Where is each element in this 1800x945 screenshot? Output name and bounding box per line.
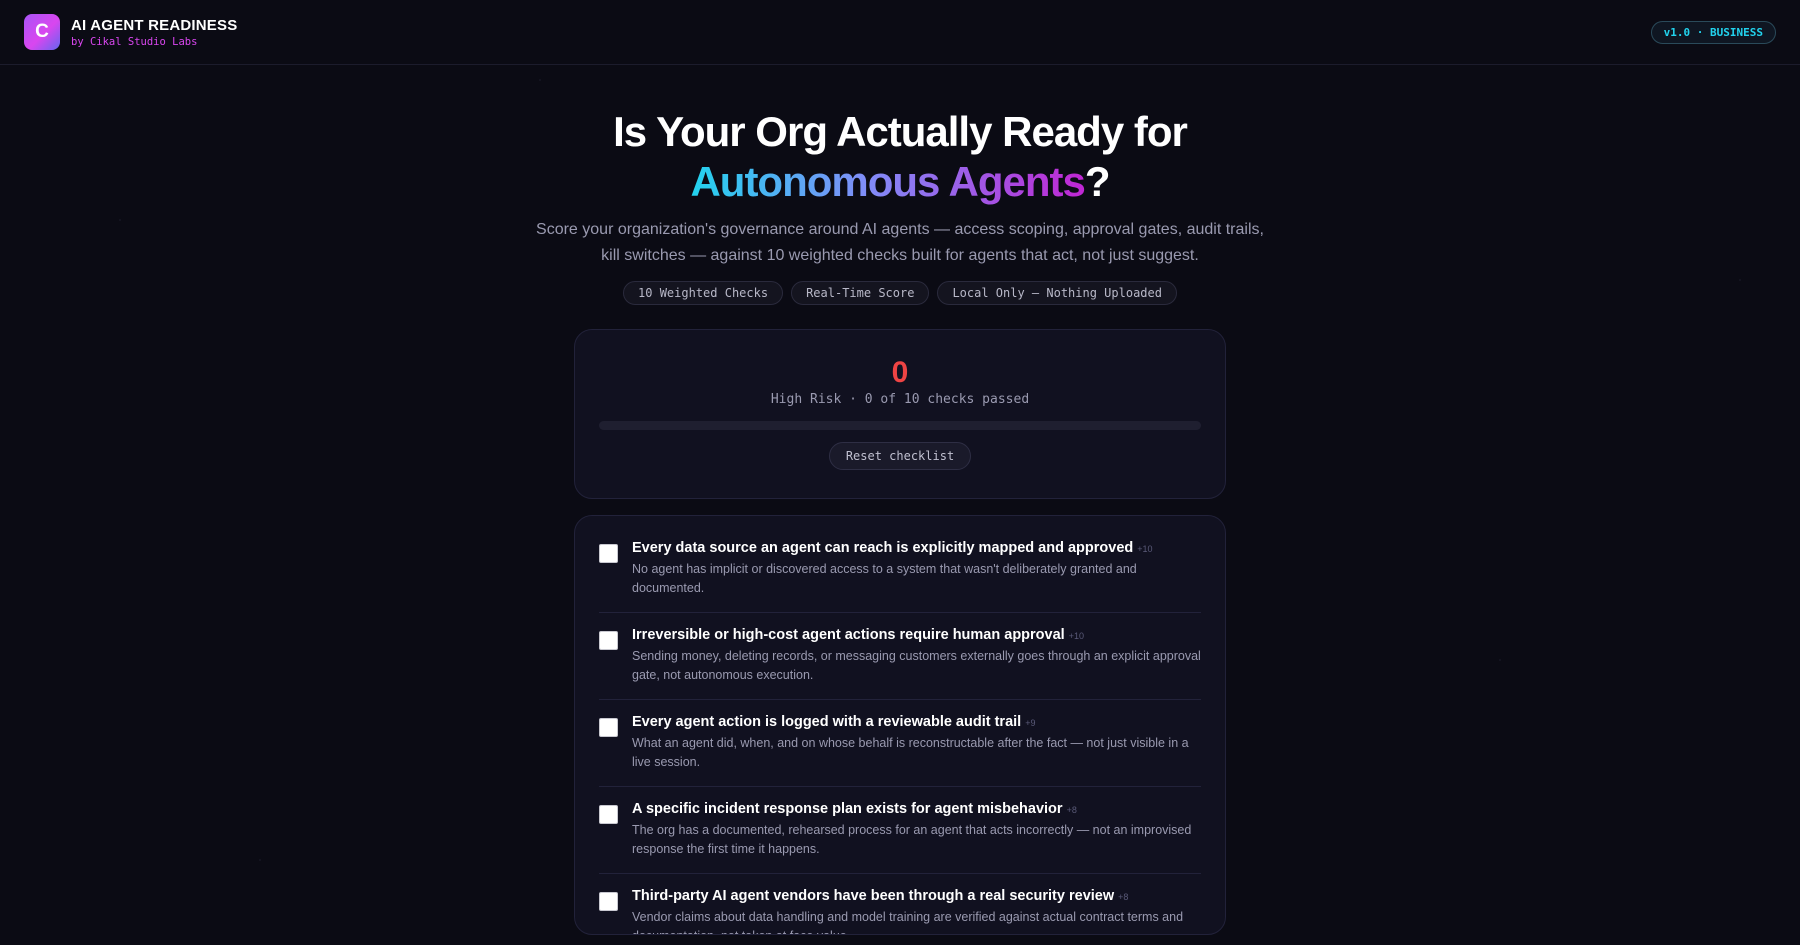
score-card: 0 High Risk · 0 of 10 checks passed Rese… [574,329,1226,499]
app-logo: C [24,14,60,50]
checklist-item-title: Every agent action is logged with a revi… [632,712,1201,733]
check-title: Irreversible or high-cost agent actions … [632,627,1065,643]
title-suffix: ? [1084,158,1111,205]
title-highlight: Autonomous Agents [690,158,1085,205]
check-description: Sending money, deleting records, or mess… [632,649,1201,682]
check-description: No agent has implicit or discovered acce… [632,562,1137,595]
checklist-item-title: Every data source an agent can reach is … [632,538,1201,559]
checkbox[interactable] [599,892,618,911]
check-title: Third-party AI agent vendors have been t… [632,888,1115,904]
feature-chip: 10 Weighted Checks [623,281,784,305]
check-weight: +9 [1025,718,1036,728]
check-title: A specific incident response plan exists… [632,801,1063,817]
page-title: Is Your Org Actually Ready for Autonomou… [0,107,1800,207]
checklist-item-body: Every agent action is logged with a revi… [632,712,1201,772]
checklist-item[interactable]: A specific incident response plan exists… [599,787,1201,874]
check-description: What an agent did, when, and on whose be… [632,736,1189,769]
check-weight: +10 [1137,544,1153,554]
title-line1: Is Your Org Actually Ready for [613,108,1188,155]
checklist-item[interactable]: Every agent action is logged with a revi… [599,700,1201,787]
checklist-item-title: A specific incident response plan exists… [632,799,1201,820]
reset-checklist-button[interactable]: Reset checklist [828,442,972,470]
checklist-item-body: A specific incident response plan exists… [632,799,1201,859]
score-status: High Risk · 0 of 10 checks passed [770,392,1030,407]
checklist-item-body: Third-party AI agent vendors have been t… [632,886,1201,934]
check-title: Every agent action is logged with a revi… [632,714,1022,730]
checkbox[interactable] [599,544,618,563]
feature-chip: Real-Time Score [791,281,930,305]
top-bar: C AI AGENT READINESS by Cikal Studio Lab… [0,0,1800,65]
feature-chip: Local Only — Nothing Uploaded [937,281,1177,305]
brand[interactable]: C AI AGENT READINESS by Cikal Studio Lab… [24,14,237,50]
checklist-item-title: Third-party AI agent vendors have been t… [632,886,1201,907]
checklist-item-body: Irreversible or high-cost agent actions … [632,625,1201,685]
checkbox[interactable] [599,805,618,824]
check-weight: +8 [1118,892,1129,902]
brand-text: AI AGENT READINESS by Cikal Studio Labs [71,17,237,48]
page-description: Score your organization's governance aro… [536,221,1264,264]
checklist: Every data source an agent can reach is … [574,515,1226,935]
checklist-item-body: Every data source an agent can reach is … [632,538,1201,598]
check-description: The org has a documented, rehearsed proc… [632,823,1192,856]
check-description: Vendor claims about data handling and mo… [632,910,1184,934]
checklist-item[interactable]: Irreversible or high-cost agent actions … [599,613,1201,700]
feature-chips: 10 Weighted Checks Real-Time Score Local… [0,281,1800,305]
score-value: 0 [891,356,909,389]
app-title: AI AGENT READINESS [71,16,238,34]
checklist-item-title: Irreversible or high-cost agent actions … [632,625,1201,646]
checklist-item[interactable]: Every data source an agent can reach is … [599,526,1201,613]
check-title: Every data source an agent can reach is … [632,540,1134,556]
hero: Is Your Org Actually Ready for Autonomou… [0,107,1800,305]
checkbox[interactable] [599,718,618,737]
score-progress-bar [599,421,1201,430]
checkbox[interactable] [599,631,618,650]
check-weight: +8 [1066,805,1077,815]
check-weight: +10 [1068,631,1084,641]
checklist-item[interactable]: Third-party AI agent vendors have been t… [599,874,1201,934]
version-badge: v1.0 · BUSINESS [1650,20,1776,44]
app-subtitle: by Cikal Studio Labs [71,35,198,48]
